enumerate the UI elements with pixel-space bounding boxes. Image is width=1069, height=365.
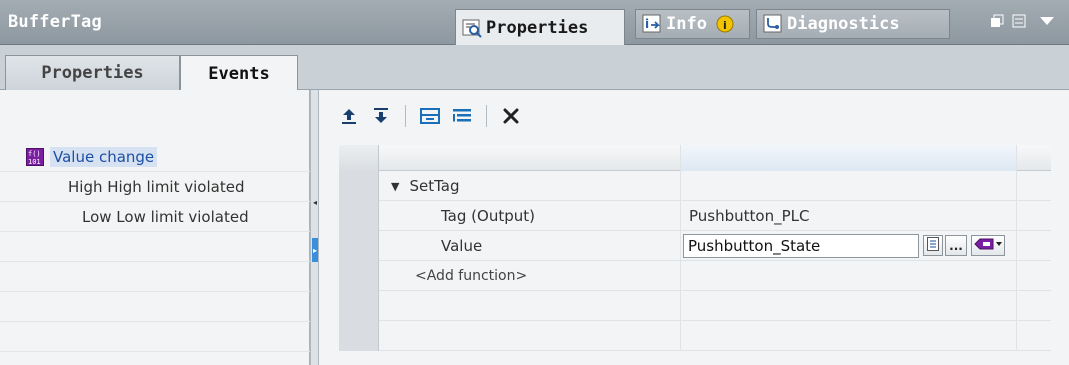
function-list-toolbar bbox=[337, 102, 523, 130]
grid-header bbox=[339, 145, 1051, 171]
list-item-low-low-limit[interactable]: Low Low limit violated bbox=[0, 202, 310, 232]
list-item-empty bbox=[0, 262, 310, 292]
browse-button[interactable]: ... bbox=[945, 235, 967, 256]
chevron-down-icon[interactable]: ▼ bbox=[391, 180, 399, 193]
tab-properties-label: Properties bbox=[486, 17, 589, 38]
event-label: Low Low limit violated bbox=[82, 207, 249, 226]
value-cell bbox=[681, 171, 1017, 201]
tag-type-dropdown[interactable] bbox=[971, 235, 1005, 256]
function-list-pane: ▼ SetTag Tag (Output) Pushbutton_PLC Val… bbox=[319, 90, 1069, 365]
tab-events-label: Events bbox=[208, 63, 270, 84]
table-row-param-tag[interactable]: Tag (Output) Pushbutton_PLC bbox=[339, 201, 1051, 231]
tag-type-icon bbox=[973, 237, 1003, 254]
column-header-name bbox=[379, 145, 681, 171]
param-name-cell: Value bbox=[379, 231, 681, 261]
param-name: Tag (Output) bbox=[441, 207, 535, 225]
toolbar-divider bbox=[486, 105, 487, 127]
info-icon: i bbox=[642, 14, 662, 34]
expand-all-icon[interactable] bbox=[450, 104, 474, 128]
list-item-empty bbox=[0, 292, 310, 322]
param-name: Value bbox=[441, 237, 483, 255]
empty-cell bbox=[379, 291, 681, 321]
value-input[interactable]: Pushbutton_State bbox=[683, 234, 919, 258]
function-cell: ▼ SetTag bbox=[379, 171, 681, 201]
row-header bbox=[339, 291, 379, 321]
param-value-cell[interactable]: Pushbutton_PLC bbox=[681, 201, 1017, 231]
pane-splitter[interactable]: ◂ ▸ bbox=[310, 90, 319, 365]
column-header-value bbox=[681, 145, 1017, 171]
browse-label: ... bbox=[949, 238, 963, 253]
empty-cell bbox=[681, 291, 1017, 321]
list-item-value-change[interactable]: f() 101 Value change bbox=[0, 142, 310, 172]
tab-diagnostics-label: Diagnostics bbox=[787, 14, 900, 34]
list-item-empty bbox=[0, 322, 310, 352]
info-badge-icon: i bbox=[715, 14, 735, 34]
collapse-left-icon[interactable]: ◂ bbox=[312, 190, 318, 214]
inspector-title-bar: BufferTag Properties i Info i Diagnostic… bbox=[0, 0, 1069, 45]
tab-events[interactable]: Events bbox=[180, 55, 298, 91]
param-value-cell: Pushbutton_State ... bbox=[681, 231, 1017, 261]
table-row-param-value[interactable]: Value Pushbutton_State ... bbox=[339, 231, 1051, 261]
svg-text:101: 101 bbox=[28, 158, 41, 166]
row-header bbox=[339, 201, 379, 231]
param-name-cell: Tag (Output) bbox=[379, 201, 681, 231]
properties-icon bbox=[462, 18, 482, 38]
tab-sub-properties[interactable]: Properties bbox=[5, 55, 180, 90]
value-change-event-icon: f() 101 bbox=[26, 147, 44, 166]
event-label: High High limit violated bbox=[68, 177, 245, 196]
list-item-empty bbox=[0, 232, 310, 262]
param-value: Pushbutton_PLC bbox=[689, 207, 810, 225]
chevron-down-icon[interactable] bbox=[1038, 13, 1056, 33]
list-button[interactable] bbox=[923, 235, 943, 256]
row-header bbox=[339, 171, 379, 201]
diagnostics-icon bbox=[763, 14, 783, 34]
table-row-add-function[interactable]: <Add function> bbox=[339, 261, 1051, 291]
menu-lines-icon[interactable] bbox=[1012, 13, 1026, 33]
row-header bbox=[339, 321, 379, 351]
float-window-icon[interactable] bbox=[990, 13, 1004, 33]
table-row-empty bbox=[339, 321, 1051, 351]
collapse-icon[interactable] bbox=[418, 104, 442, 128]
expand-right-icon[interactable]: ▸ bbox=[312, 238, 318, 262]
add-function-cell[interactable]: <Add function> bbox=[379, 261, 681, 291]
toolbar-divider bbox=[405, 105, 406, 127]
table-row-empty bbox=[339, 291, 1051, 321]
sub-tab-bar: Properties Events bbox=[0, 45, 1069, 91]
value-input-text: Pushbutton_State bbox=[688, 237, 821, 255]
delete-icon[interactable] bbox=[499, 104, 523, 128]
empty-cell bbox=[379, 321, 681, 351]
value-cell bbox=[681, 261, 1017, 291]
list-icon bbox=[927, 237, 939, 254]
tab-sub-properties-label: Properties bbox=[41, 63, 144, 83]
svg-text:i: i bbox=[645, 17, 649, 31]
function-list-grid: ▼ SetTag Tag (Output) Pushbutton_PLC Val… bbox=[339, 145, 1051, 351]
events-pane: f() 101 Value change High High limit viol… bbox=[0, 90, 310, 365]
move-up-icon[interactable] bbox=[337, 104, 361, 128]
empty-cell bbox=[681, 321, 1017, 351]
row-header bbox=[339, 261, 379, 291]
tab-diagnostics[interactable]: Diagnostics bbox=[756, 9, 950, 39]
function-name: SetTag bbox=[409, 177, 460, 195]
window-title: BufferTag bbox=[8, 12, 102, 32]
add-function-label: <Add function> bbox=[415, 268, 528, 284]
svg-text:i: i bbox=[723, 19, 727, 32]
svg-text:f(): f() bbox=[28, 150, 41, 158]
tab-info-label: Info bbox=[666, 14, 707, 34]
tab-properties[interactable]: Properties bbox=[455, 9, 625, 45]
event-label: Value change bbox=[50, 146, 158, 167]
row-header bbox=[339, 231, 379, 261]
event-list: f() 101 Value change High High limit viol… bbox=[0, 142, 310, 352]
list-item-high-high-limit[interactable]: High High limit violated bbox=[0, 172, 310, 202]
table-row-function[interactable]: ▼ SetTag bbox=[339, 171, 1051, 201]
move-down-icon[interactable] bbox=[369, 104, 393, 128]
row-header bbox=[339, 145, 379, 171]
tab-info[interactable]: i Info i bbox=[635, 9, 750, 39]
